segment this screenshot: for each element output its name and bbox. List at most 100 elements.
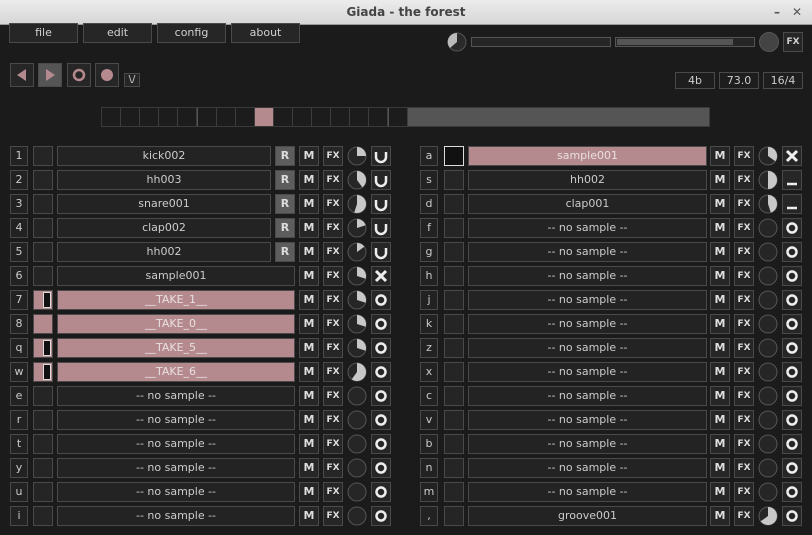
volume-knob[interactable] bbox=[758, 458, 778, 478]
mute-button[interactable]: M bbox=[710, 146, 730, 166]
mode-button[interactable] bbox=[782, 314, 802, 334]
channel-status-led[interactable] bbox=[444, 170, 464, 190]
channel-key[interactable]: h bbox=[420, 266, 438, 286]
volume-knob[interactable] bbox=[758, 410, 778, 430]
mode-button[interactable] bbox=[782, 482, 802, 502]
mute-button[interactable]: M bbox=[710, 242, 730, 262]
channel-status-led[interactable] bbox=[444, 218, 464, 238]
channel-status-led[interactable] bbox=[444, 314, 464, 334]
master-fx-button[interactable]: FX bbox=[783, 32, 803, 52]
mute-button[interactable]: M bbox=[710, 410, 730, 430]
volume-knob[interactable] bbox=[758, 242, 778, 262]
mute-button[interactable]: M bbox=[710, 314, 730, 334]
channel-fx-button[interactable]: FX bbox=[734, 386, 754, 406]
channel-sample-button[interactable]: sample001 bbox=[468, 146, 707, 166]
channel-fx-button[interactable]: FX bbox=[734, 410, 754, 430]
channel-key[interactable]: z bbox=[420, 338, 438, 358]
mute-button[interactable]: M bbox=[710, 266, 730, 286]
channel-key[interactable]: x bbox=[420, 362, 438, 382]
output-volume-knob[interactable] bbox=[759, 32, 779, 52]
mode-button[interactable] bbox=[782, 242, 802, 262]
mode-button[interactable] bbox=[782, 434, 802, 454]
mute-button[interactable]: M bbox=[710, 338, 730, 358]
channel-sample-button[interactable]: -- no sample -- bbox=[468, 338, 707, 358]
minimize-button[interactable]: – bbox=[769, 4, 785, 20]
record-actions-button[interactable] bbox=[67, 63, 91, 87]
channel-sample-button[interactable]: -- no sample -- bbox=[468, 386, 707, 406]
channel-status-led[interactable] bbox=[444, 266, 464, 286]
channel-status-led[interactable] bbox=[444, 410, 464, 430]
rewind-button[interactable] bbox=[10, 63, 34, 87]
menu-edit-button[interactable]: edit bbox=[83, 23, 152, 43]
volume-knob[interactable] bbox=[758, 314, 778, 334]
channel-fx-button[interactable]: FX bbox=[734, 314, 754, 334]
mode-button[interactable] bbox=[782, 194, 802, 214]
channel-status-led[interactable] bbox=[444, 242, 464, 262]
channel-key[interactable]: d bbox=[420, 194, 438, 214]
record-input-button[interactable] bbox=[95, 63, 119, 87]
beats-field[interactable]: 4b bbox=[675, 72, 715, 89]
channel-fx-button[interactable]: FX bbox=[734, 194, 754, 214]
volume-knob[interactable] bbox=[758, 290, 778, 310]
mute-button[interactable]: M bbox=[710, 482, 730, 502]
mute-button[interactable]: M bbox=[710, 290, 730, 310]
mute-button[interactable]: M bbox=[710, 386, 730, 406]
channel-sample-button[interactable]: -- no sample -- bbox=[468, 290, 707, 310]
volume-knob[interactable] bbox=[758, 194, 778, 214]
volume-knob[interactable] bbox=[758, 146, 778, 166]
channel-key[interactable]: g bbox=[420, 242, 438, 262]
mode-button[interactable] bbox=[782, 266, 802, 286]
mode-button[interactable] bbox=[782, 338, 802, 358]
mute-button[interactable]: M bbox=[710, 170, 730, 190]
mode-button[interactable] bbox=[782, 146, 802, 166]
channel-fx-button[interactable]: FX bbox=[734, 170, 754, 190]
channel-fx-button[interactable]: FX bbox=[734, 338, 754, 358]
channel-status-led[interactable] bbox=[444, 194, 464, 214]
volume-knob[interactable] bbox=[758, 386, 778, 406]
mode-button[interactable] bbox=[782, 386, 802, 406]
channel-key[interactable]: , bbox=[420, 506, 438, 526]
menu-config-button[interactable]: config bbox=[157, 23, 226, 43]
input-volume-knob[interactable] bbox=[447, 32, 467, 52]
mute-button[interactable]: M bbox=[710, 458, 730, 478]
channel-sample-button[interactable]: clap001 bbox=[468, 194, 707, 214]
channel-status-led[interactable] bbox=[444, 386, 464, 406]
channel-fx-button[interactable]: FX bbox=[734, 146, 754, 166]
channel-key[interactable]: b bbox=[420, 434, 438, 454]
bpm-field[interactable]: 73.0 bbox=[719, 72, 759, 89]
mute-button[interactable]: M bbox=[710, 506, 730, 526]
channel-status-led[interactable] bbox=[444, 482, 464, 502]
mode-button[interactable] bbox=[782, 170, 802, 190]
mode-button[interactable] bbox=[782, 290, 802, 310]
channel-fx-button[interactable]: FX bbox=[734, 362, 754, 382]
channel-fx-button[interactable]: FX bbox=[734, 218, 754, 238]
channel-status-led[interactable] bbox=[444, 362, 464, 382]
volume-knob[interactable] bbox=[758, 338, 778, 358]
mute-button[interactable]: M bbox=[710, 194, 730, 214]
volume-knob[interactable] bbox=[758, 362, 778, 382]
channel-sample-button[interactable]: -- no sample -- bbox=[468, 242, 707, 262]
volume-knob[interactable] bbox=[758, 482, 778, 502]
meter-field[interactable]: 16/4 bbox=[763, 72, 803, 89]
channel-fx-button[interactable]: FX bbox=[734, 458, 754, 478]
channel-status-led[interactable] bbox=[444, 434, 464, 454]
channel-status-led[interactable] bbox=[444, 146, 464, 166]
channel-key[interactable]: m bbox=[420, 482, 438, 502]
volume-knob[interactable] bbox=[758, 506, 778, 526]
close-button[interactable]: ✕ bbox=[789, 4, 805, 20]
channel-key[interactable]: n bbox=[420, 458, 438, 478]
menu-about-button[interactable]: about bbox=[231, 23, 300, 43]
channel-status-led[interactable] bbox=[444, 290, 464, 310]
channel-fx-button[interactable]: FX bbox=[734, 506, 754, 526]
channel-key[interactable]: f bbox=[420, 218, 438, 238]
volume-knob[interactable] bbox=[758, 434, 778, 454]
play-button[interactable] bbox=[38, 63, 62, 87]
channel-sample-button[interactable]: -- no sample -- bbox=[468, 434, 707, 454]
mode-button[interactable] bbox=[782, 218, 802, 238]
volume-knob[interactable] bbox=[758, 170, 778, 190]
channel-key[interactable]: j bbox=[420, 290, 438, 310]
channel-fx-button[interactable]: FX bbox=[734, 242, 754, 262]
channel-sample-button[interactable]: -- no sample -- bbox=[468, 410, 707, 430]
channel-fx-button[interactable]: FX bbox=[734, 482, 754, 502]
channel-fx-button[interactable]: FX bbox=[734, 434, 754, 454]
